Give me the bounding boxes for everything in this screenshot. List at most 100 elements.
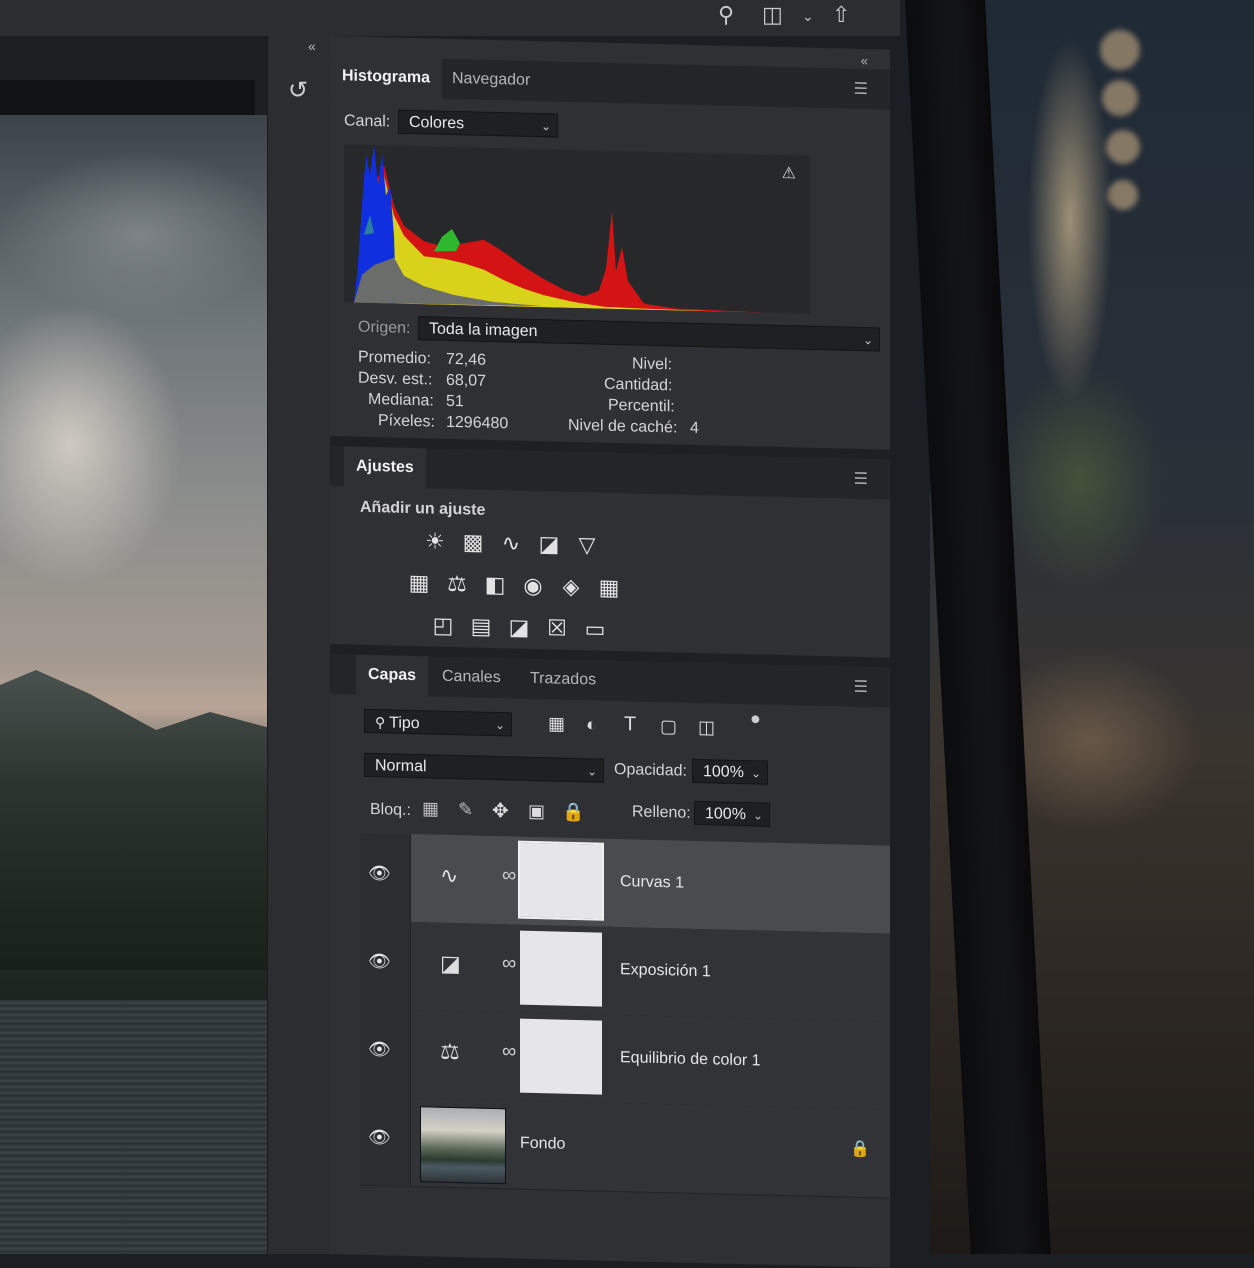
link-icon[interactable]: ∞ <box>502 1040 516 1063</box>
chevron-down-icon[interactable]: ⌄ <box>802 8 814 25</box>
color-balance-icon[interactable]: ⚖ <box>442 571 472 598</box>
canal-select[interactable]: Colores ⌄ <box>398 109 558 138</box>
right-panel: « Histograma Navegador ☰ Canal: Colores … <box>330 36 890 1268</box>
chevron-down-icon: ⌄ <box>862 333 873 348</box>
adjustment-icons: ☀ ▩ ∿ ◪ ▽ ▦ ⚖ ◧ ◉ ◈ ▦ ◰ ▤ ◪ ☒ ▭ <box>330 36 890 641</box>
fill-input[interactable]: 100% ⌄ <box>694 800 770 827</box>
link-icon[interactable]: ∞ <box>502 952 516 975</box>
add-adjustment-label: Añadir un ajuste <box>360 498 486 519</box>
chevron-down-icon: ⌄ <box>494 718 505 733</box>
tab-navegador[interactable]: Navegador <box>440 59 542 101</box>
collapse-rail-icon[interactable]: « <box>308 38 316 54</box>
document-tab-strip <box>0 80 255 115</box>
channel-mixer-icon[interactable]: ◈ <box>556 574 586 601</box>
posterize-icon[interactable]: ▤ <box>466 613 496 640</box>
threshold-icon[interactable]: ◪ <box>504 614 534 641</box>
panel-menu-icon[interactable]: ☰ <box>854 677 868 697</box>
opacity-input[interactable]: 100% ⌄ <box>692 758 768 785</box>
stat-label: Percentil: <box>608 396 675 416</box>
curves-icon[interactable]: ∿ <box>496 530 526 557</box>
selective-color-icon[interactable]: ☒ <box>542 615 572 642</box>
tab-canales[interactable]: Canales <box>430 656 513 698</box>
visibility-column: 👁 <box>360 920 411 1010</box>
eye-icon[interactable]: 👁 <box>368 951 398 978</box>
levels-icon[interactable]: ▩ <box>458 529 488 556</box>
chevron-down-icon: ⌄ <box>750 766 761 781</box>
link-icon[interactable]: ∞ <box>502 864 516 887</box>
histogram-green <box>434 228 460 252</box>
tab-ajustes[interactable]: Ajustes <box>344 446 426 489</box>
color-lookup-icon[interactable]: ▦ <box>594 574 624 601</box>
eye-icon[interactable]: 👁 <box>368 1127 398 1154</box>
gradient-map-icon[interactable]: ▭ <box>580 616 610 643</box>
stat-label: Desv. est.: <box>358 369 433 389</box>
filter-pixel-icon[interactable]: ▦ <box>548 713 565 734</box>
panel-menu-icon[interactable]: ☰ <box>854 469 868 489</box>
stat-label: Cantidad: <box>604 375 673 395</box>
warning-icon[interactable]: ⚠ <box>782 163 796 183</box>
layer-row-equilibrio[interactable]: 👁 ⚖ ∞ Equilibrio de color 1 <box>360 1008 890 1111</box>
origen-value: Toda la imagen <box>429 320 538 341</box>
panel-icon-rail: « ↺ <box>267 36 331 1254</box>
history-icon[interactable]: ↺ <box>288 76 308 105</box>
app-top-bar: ⚲ ◫ ⌄ ⇧ <box>0 0 900 36</box>
visibility-column: 👁 <box>360 832 411 922</box>
workspace-icon[interactable]: ◫ <box>762 2 783 28</box>
visibility-column: 👁 <box>360 1008 411 1098</box>
filter-adjustment-icon[interactable]: ◐ <box>586 714 597 735</box>
lock-artboard-icon[interactable]: ▣ <box>528 801 545 822</box>
filter-type-icon[interactable]: T <box>624 713 636 736</box>
fill-value: 100% <box>705 805 746 824</box>
hue-saturation-icon[interactable]: ▦ <box>404 570 434 597</box>
eye-icon[interactable]: 👁 <box>368 1039 398 1066</box>
origen-label: Origen: <box>358 318 411 337</box>
stat-label: Promedio: <box>358 348 431 368</box>
panel-menu-icon[interactable]: ☰ <box>854 79 868 99</box>
stat-value: 51 <box>446 392 464 411</box>
stat-value: 72,46 <box>446 350 487 369</box>
histogram-tab-bar: Histograma Navegador ☰ <box>330 56 890 110</box>
filter-smart-object-icon[interactable]: ◫ <box>698 717 715 738</box>
layer-row-fondo[interactable]: 👁 Fondo 🔒 <box>360 1096 890 1199</box>
layer-filter-select[interactable]: ⚲ Tipo ⌄ <box>364 708 512 737</box>
layer-mask-thumbnail[interactable] <box>518 840 604 921</box>
canal-value: Colores <box>409 113 465 133</box>
search-icon[interactable]: ⚲ <box>718 2 734 28</box>
lock-transparent-icon[interactable]: ▦ <box>422 798 439 819</box>
lock-icon[interactable]: 🔒 <box>850 1139 870 1159</box>
filter-toggle-icon[interactable]: ● <box>750 708 761 729</box>
invert-icon[interactable]: ◰ <box>428 612 458 639</box>
color-balance-icon: ⚖ <box>440 1038 460 1065</box>
photo-filter-icon[interactable]: ◉ <box>518 573 548 600</box>
layer-mask-thumbnail[interactable] <box>520 1018 602 1095</box>
lock-paint-icon[interactable]: ✎ <box>458 799 473 820</box>
origen-select[interactable]: Toda la imagen ⌄ <box>418 316 880 352</box>
tab-trazados[interactable]: Trazados <box>518 659 608 701</box>
chevron-down-icon: ⌄ <box>586 764 597 779</box>
collapse-panel-icon[interactable]: « <box>861 53 868 68</box>
lock-move-icon[interactable]: ✥ <box>492 798 509 823</box>
chevron-down-icon: ⌄ <box>752 808 763 823</box>
black-white-icon[interactable]: ◧ <box>480 572 510 599</box>
stat-label: Píxeles: <box>378 412 435 431</box>
filter-shape-icon[interactable]: ▢ <box>660 716 677 737</box>
layer-name: Fondo <box>520 1134 566 1153</box>
layer-row-exposicion[interactable]: 👁 ◪ ∞ Exposición 1 <box>360 920 890 1023</box>
layer-mask-thumbnail[interactable] <box>520 930 602 1007</box>
exposure-icon[interactable]: ◪ <box>534 531 564 558</box>
eye-icon[interactable]: 👁 <box>368 863 398 890</box>
layer-filter-value: Tipo <box>389 714 420 733</box>
image-thumbnail[interactable] <box>420 1106 506 1185</box>
share-icon[interactable]: ⇧ <box>832 2 850 28</box>
vibrance-icon[interactable]: ▽ <box>572 532 602 559</box>
tab-histograma[interactable]: Histograma <box>330 56 443 99</box>
brightness-contrast-icon[interactable]: ☀ <box>420 528 450 555</box>
canvas-lake <box>0 1000 300 1254</box>
tab-capas[interactable]: Capas <box>356 654 429 697</box>
blend-mode-select[interactable]: Normal ⌄ <box>364 752 604 783</box>
chevron-down-icon: ⌄ <box>540 119 551 134</box>
fill-label: Relleno: <box>632 803 691 822</box>
stat-label: Nivel de caché: <box>568 416 678 437</box>
lock-all-icon[interactable]: 🔒 <box>562 802 584 824</box>
layer-row-curvas[interactable]: 👁 ∿ ∞ Curvas 1 <box>360 832 890 935</box>
